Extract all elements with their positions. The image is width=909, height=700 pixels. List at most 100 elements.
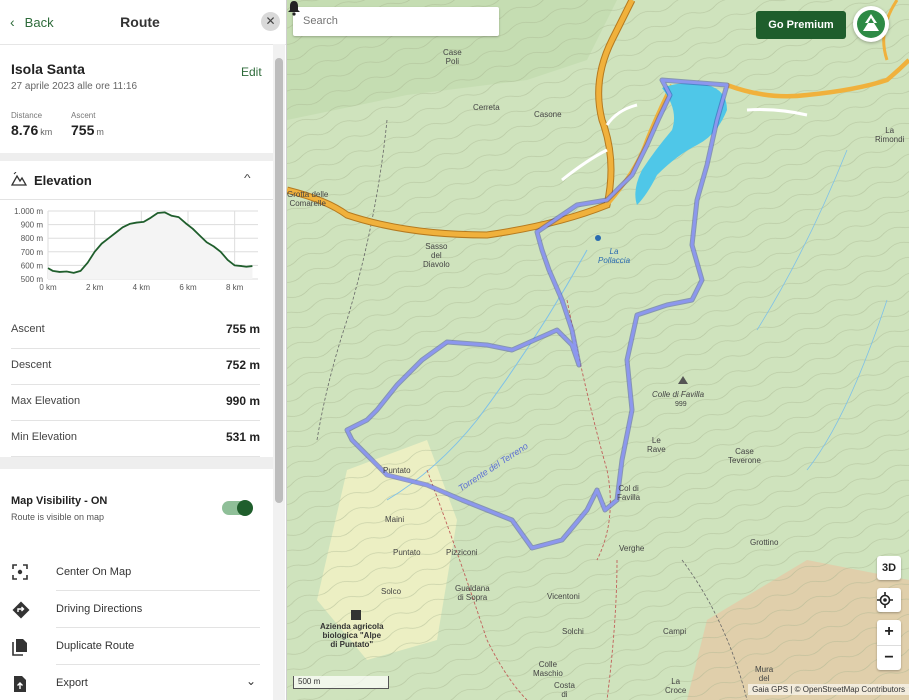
place-label: Costa di <box>554 681 575 699</box>
zoom-out-button[interactable]: − <box>877 646 901 671</box>
duplicate-icon <box>12 639 27 656</box>
x-tick-label: 8 km <box>226 283 244 292</box>
map-attribution[interactable]: Gaia GPS | © OpenStreetMap Contributors <box>748 684 909 695</box>
place-label: Grotta delle Comarelle <box>287 190 329 208</box>
visibility-toggle[interactable] <box>222 500 253 516</box>
crosshair-icon <box>877 592 893 608</box>
gaia-logo[interactable] <box>853 6 889 42</box>
3d-toggle-button[interactable]: 3D <box>877 556 901 580</box>
place-label: La Pollaccia <box>598 247 631 265</box>
distance-label: Distance <box>11 111 43 120</box>
stat-label: Min Elevation <box>11 431 78 443</box>
place-label: Sasso del Diavolo <box>423 242 450 269</box>
zoom-controls: + − <box>877 620 901 670</box>
place-label: Le Rave <box>647 436 666 454</box>
gaia-logo-icon <box>857 10 885 38</box>
panel-title: Route <box>120 14 160 30</box>
stat-label: Ascent <box>11 323 45 335</box>
go-premium-button[interactable]: Go Premium <box>756 11 846 39</box>
action-label: Duplicate Route <box>56 640 135 652</box>
scale-bar: 500 m <box>293 676 389 689</box>
y-tick-label: 700 m <box>21 248 44 257</box>
chevron-down-icon[interactable]: ⌄ <box>246 674 256 688</box>
scrollbar-thumb[interactable] <box>275 58 283 503</box>
row-divider <box>56 627 260 628</box>
place-label: La Croce <box>665 677 687 695</box>
farm-icon <box>351 610 361 620</box>
center-focus-icon <box>12 564 28 580</box>
distance-number: 8.76 <box>11 122 39 138</box>
ascent-number: 755 <box>71 122 95 138</box>
x-tick-label: 0 km <box>39 283 57 292</box>
elevation-area <box>48 212 253 279</box>
stat-row: Max Elevation 990 m <box>11 384 260 421</box>
place-label: Cerreta <box>473 103 500 112</box>
place-label: Solchi <box>562 627 584 636</box>
x-tick-label: 2 km <box>86 283 104 292</box>
place-label: Gualdana di Sopra <box>455 584 490 602</box>
place-label: Puntato <box>393 548 421 557</box>
section-divider <box>0 153 273 161</box>
action-label: Center On Map <box>56 566 132 578</box>
export-button[interactable]: Export ⌄ <box>0 666 260 700</box>
visibility-title: Map Visibility - ON <box>11 495 108 507</box>
x-tick-label: 6 km <box>179 283 197 292</box>
directions-icon <box>12 601 30 619</box>
y-tick-label: 600 m <box>21 261 44 270</box>
stat-row: Min Elevation 531 m <box>11 420 260 457</box>
action-label: Driving Directions <box>56 603 143 615</box>
map-view[interactable]: Case Poli Cerreta Casone Grotta delle Coma… <box>287 0 909 700</box>
distance-value: 8.76 km <box>11 122 52 138</box>
y-tick-label: 900 m <box>21 221 44 230</box>
export-icon <box>14 676 26 692</box>
place-label: Col di Favilla <box>617 484 641 502</box>
collapse-caret-icon[interactable]: ^ <box>244 172 251 183</box>
distance-unit: km <box>40 127 53 137</box>
stat-row: Descent 752 m <box>11 348 260 385</box>
duplicate-route-button[interactable]: Duplicate Route <box>0 629 260 665</box>
place-label: 999 <box>675 401 687 408</box>
place-label: La Rimondi <box>875 126 905 144</box>
stat-value: 755 m <box>225 322 260 336</box>
ascent-unit: m <box>96 127 104 137</box>
center-on-map-button[interactable]: Center On Map <box>0 555 260 591</box>
toggle-knob <box>237 500 253 516</box>
section-divider-2 <box>0 457 273 469</box>
mountain-icon <box>11 172 27 186</box>
place-label: Campi <box>663 627 687 636</box>
stat-label: Max Elevation <box>11 395 81 407</box>
place-label: Puntato <box>383 466 411 475</box>
action-label: Export <box>56 677 88 689</box>
search-input[interactable] <box>293 7 499 36</box>
sidebar-header: ‹ Back Route ✕ <box>0 0 286 45</box>
place-label: Grottino <box>750 538 779 547</box>
driving-directions-button[interactable]: Driving Directions <box>0 592 260 628</box>
app-window: ‹ Back Route ✕ Isola Santa 27 aprile 2023… <box>0 0 909 700</box>
spring-icon <box>595 235 601 241</box>
x-tick-label: 4 km <box>133 283 151 292</box>
place-label: Colle Maschio <box>533 660 563 678</box>
route-date: 27 aprile 2023 alle ore 11:16 <box>11 81 138 92</box>
elevation-title: Elevation <box>34 173 92 188</box>
zoom-in-button[interactable]: + <box>877 620 901 646</box>
place-label: Casone <box>534 110 562 119</box>
y-tick-label: 1.000 m <box>14 207 43 216</box>
place-label: Solco <box>381 587 402 596</box>
ascent-label: Ascent <box>71 111 96 120</box>
place-label: Case Poli <box>443 48 462 66</box>
stat-row: Ascent 755 m <box>11 312 260 349</box>
route-name: Isola Santa <box>11 61 85 77</box>
place-label: Azienda agricola biologica "Alpe di Puntat… <box>320 622 384 649</box>
close-button[interactable]: ✕ <box>261 12 280 31</box>
elevation-header[interactable]: Elevation ^ <box>0 161 273 200</box>
place-label: Verghe <box>619 544 645 553</box>
notification-bell-icon[interactable] <box>287 0 301 16</box>
edit-button[interactable]: Edit <box>241 65 262 79</box>
stat-value: 531 m <box>225 430 260 444</box>
locate-button[interactable] <box>877 588 901 612</box>
place-label: Vicentoni <box>547 592 580 601</box>
stat-value: 752 m <box>225 358 260 372</box>
route-sidebar: ‹ Back Route ✕ Isola Santa 27 aprile 2023… <box>0 0 287 700</box>
place-label: Mura del <box>755 665 774 683</box>
place-label: Pizziconi <box>446 548 478 557</box>
